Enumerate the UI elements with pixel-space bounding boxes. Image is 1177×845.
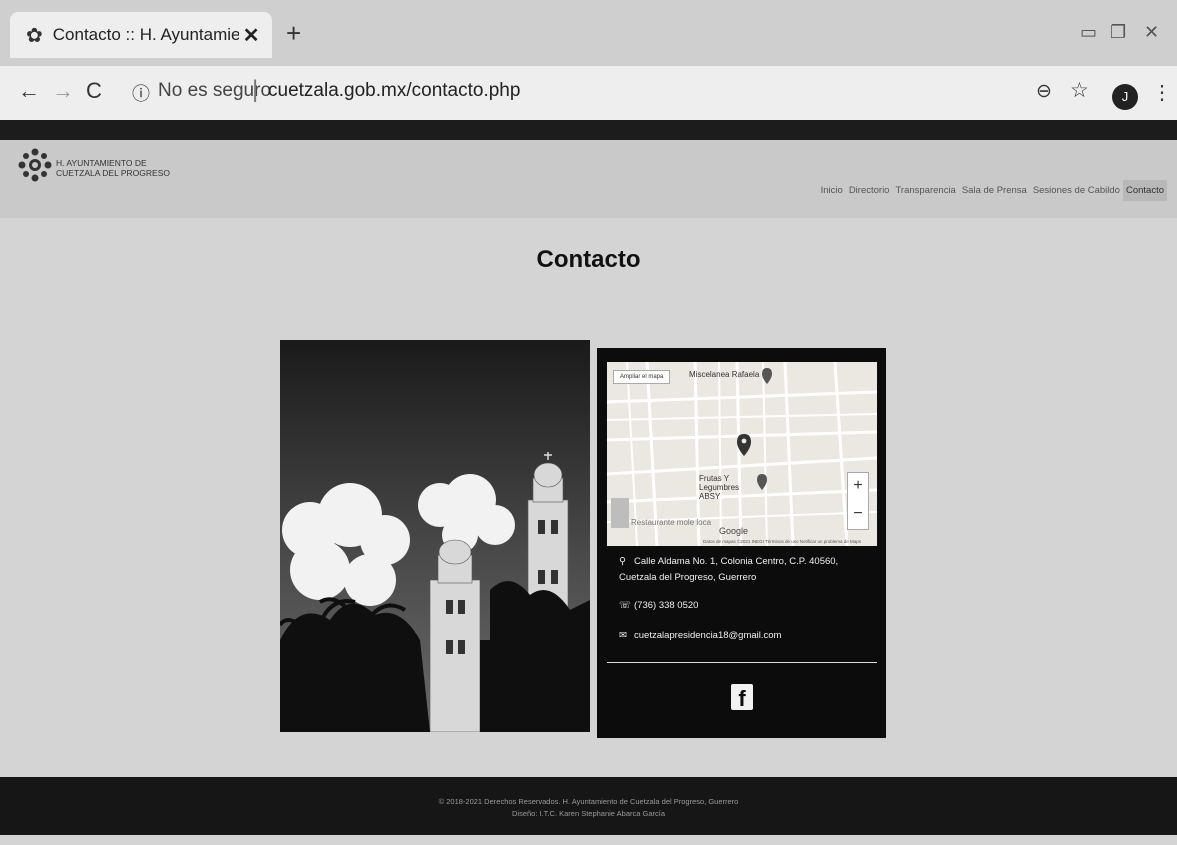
church-photo <box>280 340 590 732</box>
copyright-text: © 2018-2021 Derechos Reservados. H. Ayun… <box>438 797 739 806</box>
back-icon[interactable]: ← <box>18 78 40 104</box>
browser-tab-bar: ✿ Contacto :: H. Ayuntamiento de C ✕ + ▭… <box>0 0 1177 66</box>
close-icon[interactable]: ✕ <box>1144 22 1159 43</box>
design-credit-text: Diseño: I.T.C. Karen Stephanie Abarca Ga… <box>512 809 665 818</box>
bookmark-star-icon[interactable]: ☆ <box>1070 78 1089 103</box>
google-logo: Google <box>719 526 749 536</box>
tab-title: Contacto :: H. Ayuntamiento de C <box>52 25 239 44</box>
nav-item-sala-de-prensa[interactable]: Sala de Prensa <box>959 180 1030 201</box>
embedded-map[interactable]: Ampliar el mapa Miscelanea Rafaela Fruta… <box>607 362 877 546</box>
address-text: Calle Aldama No. 1, Colonia Centro, C.P.… <box>619 556 839 583</box>
separator: | <box>252 76 259 103</box>
logo-line2: CUETZALA DEL PROGRESO <box>56 168 170 178</box>
contact-card: Ampliar el mapa Miscelanea Rafaela Fruta… <box>597 348 886 738</box>
restore-icon[interactable]: ❐ <box>1110 22 1126 43</box>
address-bar[interactable]: ⓘ No es seguro | cuetzala.gob.mx/contact… <box>118 72 1118 112</box>
map-place-label[interactable]: Miscelanea Rafaela <box>689 370 759 379</box>
page-title: Contacto <box>536 246 641 273</box>
browser-toolbar: ← → C ⓘ No es seguro | cuetzala.gob.mx/c… <box>0 66 1177 120</box>
map-attribution[interactable]: Datos de mapas ©2021 INEGI Términos de u… <box>703 539 861 544</box>
nav-item-transparencia[interactable]: Transparencia <box>892 180 958 201</box>
logo-line1: H. AYUNTAMIENTO DE <box>56 158 147 168</box>
email-text[interactable]: cuetzalapresidencia18@gmail.com <box>634 630 781 641</box>
nav-item-contacto[interactable]: Contacto <box>1122 180 1167 201</box>
enlarge-map-button[interactable]: Ampliar el mapa <box>613 370 671 384</box>
facebook-icon[interactable]: f <box>731 684 753 711</box>
email-row: ✉ cuetzalapresidencia18@gmail.com <box>619 628 781 644</box>
menu-kebab-icon[interactable]: ⋮ <box>1152 80 1172 105</box>
forward-icon[interactable]: → <box>52 78 74 104</box>
new-tab-button[interactable]: + <box>286 20 301 46</box>
profile-avatar[interactable]: J <box>1112 84 1138 110</box>
nav-item-sesiones-de-cabildo[interactable]: Sesiones de Cabildo <box>1030 180 1123 201</box>
browser-tab[interactable]: ✿ Contacto :: H. Ayuntamiento de C ✕ <box>10 12 272 58</box>
map-zoom-control: + − <box>847 472 869 530</box>
info-icon[interactable]: ⓘ <box>132 80 150 106</box>
phone-text: (736) 338 0520 <box>634 600 699 611</box>
zoom-in-button[interactable]: + <box>848 473 868 501</box>
nav-item-inicio[interactable]: Inicio <box>818 180 846 201</box>
map-place-label[interactable]: Frutas Y Legumbres ABSY <box>699 474 759 501</box>
map-pin-icon: ⚲ <box>619 556 626 567</box>
site-footer: © 2018-2021 Derechos Reservados. H. Ayun… <box>0 777 1177 835</box>
divider <box>607 662 877 663</box>
zoom-icon[interactable]: ⊖ <box>1036 80 1052 103</box>
map-place-label[interactable]: Restaurante mole loca <box>631 518 711 527</box>
ornament-icon: ✿ <box>26 24 43 47</box>
nav-item-directorio[interactable]: Directorio <box>846 180 893 201</box>
envelope-icon: ✉ <box>619 630 627 641</box>
site-header: H. AYUNTAMIENTO DE CUETZALA DEL PROGRESO… <box>0 140 1177 218</box>
minimize-icon[interactable]: ▭ <box>1080 22 1097 43</box>
municipality-logo[interactable] <box>18 148 52 182</box>
phone-icon: ☏ <box>619 600 631 611</box>
logo-text: H. AYUNTAMIENTO DE CUETZALA DEL PROGRESO <box>56 158 170 178</box>
zoom-out-button[interactable]: − <box>848 501 868 529</box>
tab-close-icon[interactable]: ✕ <box>243 23 260 48</box>
reload-icon[interactable]: C <box>86 78 102 104</box>
address-row: ⚲ Calle Aldama No. 1, Colonia Centro, C.P… <box>619 554 869 586</box>
url-text[interactable]: cuetzala.gob.mx/contacto.php <box>268 80 520 102</box>
top-strip <box>0 120 1177 140</box>
phone-row: ☏ (736) 338 0520 <box>619 598 698 614</box>
site-nav: Inicio Directorio Transparencia Sala de Pre… <box>818 180 1167 201</box>
